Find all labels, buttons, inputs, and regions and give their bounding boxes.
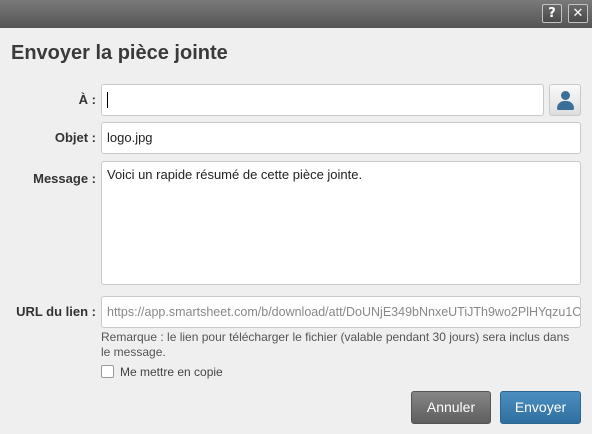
cc-label: Me mettre en copie <box>120 365 223 379</box>
message-value: Voici un rapide résumé de cette pièce jo… <box>107 167 363 182</box>
dialog-title: Envoyer la pièce jointe <box>11 42 228 64</box>
text-caret <box>107 91 108 108</box>
window-titlebar: ? ✕ <box>0 0 592 28</box>
send-button[interactable]: Envoyer <box>500 391 581 424</box>
send-attachment-dialog: Envoyer la pièce jointe À : Objet : logo… <box>0 28 592 434</box>
url-label: URL du lien : <box>16 304 96 319</box>
message-textarea[interactable]: Voici un rapide résumé de cette pièce jo… <box>101 161 581 285</box>
subject-value: logo.jpg <box>107 130 153 145</box>
url-value: https://app.smartsheet.com/b/download/at… <box>107 305 581 319</box>
to-label: À : <box>78 92 96 107</box>
close-button[interactable]: ✕ <box>568 4 588 23</box>
download-note: Remarque : le lien pour télécharger le f… <box>101 330 570 359</box>
cc-checkbox[interactable] <box>101 365 114 378</box>
message-label: Message : <box>33 171 96 186</box>
help-button[interactable]: ? <box>542 4 562 23</box>
cancel-button[interactable]: Annuler <box>411 391 491 424</box>
contact-picker-button[interactable] <box>549 84 581 116</box>
subject-input[interactable]: logo.jpg <box>101 122 581 154</box>
url-field[interactable]: https://app.smartsheet.com/b/download/at… <box>101 296 581 328</box>
subject-label: Objet : <box>54 130 96 145</box>
to-input[interactable] <box>101 84 544 116</box>
